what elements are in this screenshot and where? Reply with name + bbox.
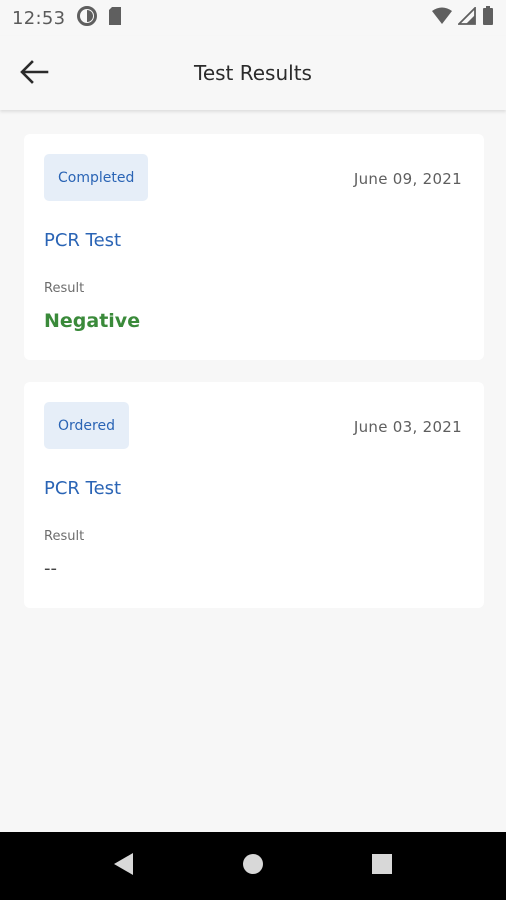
home-circle-icon [242,853,264,879]
back-triangle-icon [113,852,135,880]
status-badge: Completed [44,154,149,201]
status-left-icons [77,6,123,30]
nav-recents-button[interactable] [362,846,402,886]
page-title: Test Results [194,61,312,85]
wifi-icon [432,7,452,29]
status-right-icons [432,5,494,30]
test-name: PCR Test [44,230,122,251]
result-label: Result [44,281,85,296]
back-button[interactable] [14,54,54,94]
result-value: Negative [44,310,141,332]
system-nav-bar [0,832,506,900]
nav-back-button[interactable] [104,846,144,886]
battery-icon [482,6,494,30]
result-date: June 09, 2021 [353,170,462,188]
data-saver-icon [77,6,98,30]
result-value: -- [44,558,57,579]
status-bar: 12:53 [0,0,506,36]
recents-square-icon [371,853,393,879]
result-date: June 03, 2021 [353,418,462,436]
result-label: Result [44,529,85,544]
app-bar: Test Results [0,36,506,110]
arrow-back-icon [19,59,49,89]
status-time: 12:53 [12,7,66,29]
signal-icon [456,5,476,29]
result-card[interactable]: Ordered June 03, 2021 PCR Test Result -- [24,382,484,608]
test-name: PCR Test [44,478,122,499]
nav-home-button[interactable] [233,846,273,886]
result-card[interactable]: Completed June 09, 2021 PCR Test Result … [24,134,484,360]
status-badge: Ordered [44,402,129,449]
sd-card-icon [107,6,123,30]
